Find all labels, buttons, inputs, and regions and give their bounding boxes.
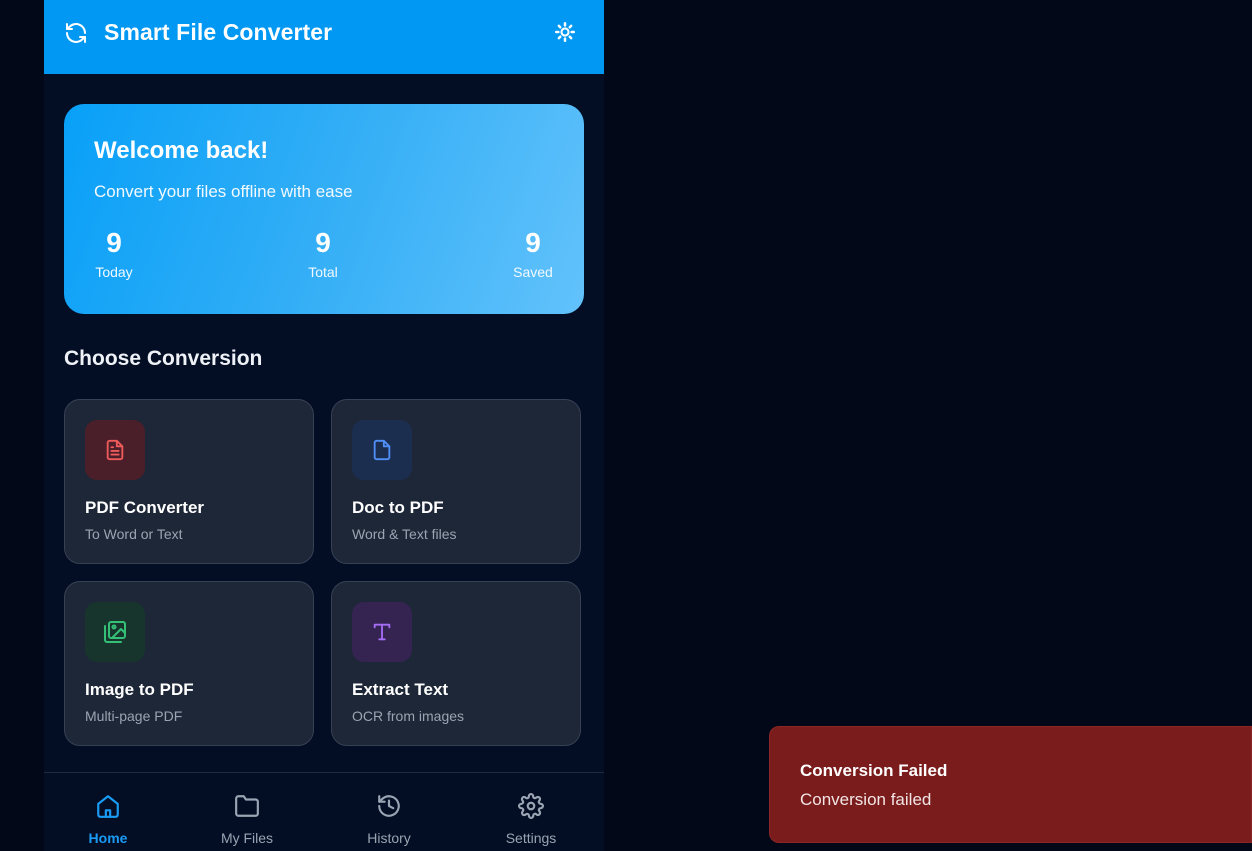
stat-value: 9 — [315, 227, 331, 258]
file-text-icon — [85, 420, 145, 480]
image-to-pdf-card[interactable]: Image to PDF Multi-page PDF — [64, 581, 314, 746]
bottom-nav: Home My Files History Settings — [44, 772, 604, 851]
stat-value: 9 — [525, 227, 541, 258]
nav-label: Home — [88, 830, 128, 846]
stat-today: 9 Today — [94, 226, 134, 280]
section-title: Choose Conversion — [64, 347, 263, 370]
nav-settings[interactable]: Settings — [481, 773, 581, 851]
settings-icon — [518, 773, 544, 824]
welcome-subtitle: Convert your files offline with ease — [94, 182, 353, 201]
stat-value: 9 — [106, 227, 122, 258]
file-icon — [352, 420, 412, 480]
stat-label: Saved — [513, 264, 553, 280]
card-description: Word & Text files — [352, 526, 457, 542]
toast-title: Conversion Failed — [800, 761, 948, 780]
stat-saved: 9 Saved — [508, 226, 558, 280]
images-icon — [85, 602, 145, 662]
sun-icon — [555, 21, 575, 47]
doc-to-pdf-card[interactable]: Doc to PDF Word & Text files — [331, 399, 581, 564]
nav-home[interactable]: Home — [58, 773, 158, 851]
card-title: PDF Converter — [85, 498, 205, 517]
history-icon — [376, 773, 402, 824]
extract-text-card[interactable]: Extract Text OCR from images — [331, 581, 581, 746]
type-icon — [352, 602, 412, 662]
card-title: Image to PDF — [85, 680, 194, 699]
pdf-converter-card[interactable]: PDF Converter To Word or Text — [64, 399, 314, 564]
nav-label: Settings — [505, 830, 557, 846]
welcome-heading: Welcome back! — [94, 137, 269, 164]
stat-total: 9 Total — [298, 226, 348, 280]
card-description: OCR from images — [352, 708, 465, 724]
card-title: Extract Text — [352, 680, 449, 699]
theme-toggle-button[interactable] — [552, 21, 578, 47]
stat-label: Today — [95, 264, 133, 280]
nav-history[interactable]: History — [339, 773, 439, 851]
card-description: To Word or Text — [85, 526, 183, 542]
card-title: Doc to PDF — [352, 498, 444, 517]
app-title: Smart File Converter — [104, 19, 333, 45]
refresh-icon — [64, 21, 88, 45]
nav-my-files[interactable]: My Files — [197, 773, 297, 851]
card-description: Multi-page PDF — [85, 708, 183, 724]
nav-label: My Files — [220, 830, 274, 846]
nav-label: History — [367, 830, 411, 846]
app-container: Smart File Converter Welcome back! Conve… — [44, 0, 604, 851]
stat-label: Total — [308, 264, 338, 280]
toast-message: Conversion failed — [800, 790, 932, 809]
error-toast[interactable]: Conversion Failed Conversion failed — [769, 726, 1252, 843]
welcome-card: Welcome back! Convert your files offline… — [64, 104, 584, 314]
folder-icon — [234, 773, 260, 824]
app-header: Smart File Converter — [44, 0, 604, 74]
home-icon — [95, 773, 121, 824]
